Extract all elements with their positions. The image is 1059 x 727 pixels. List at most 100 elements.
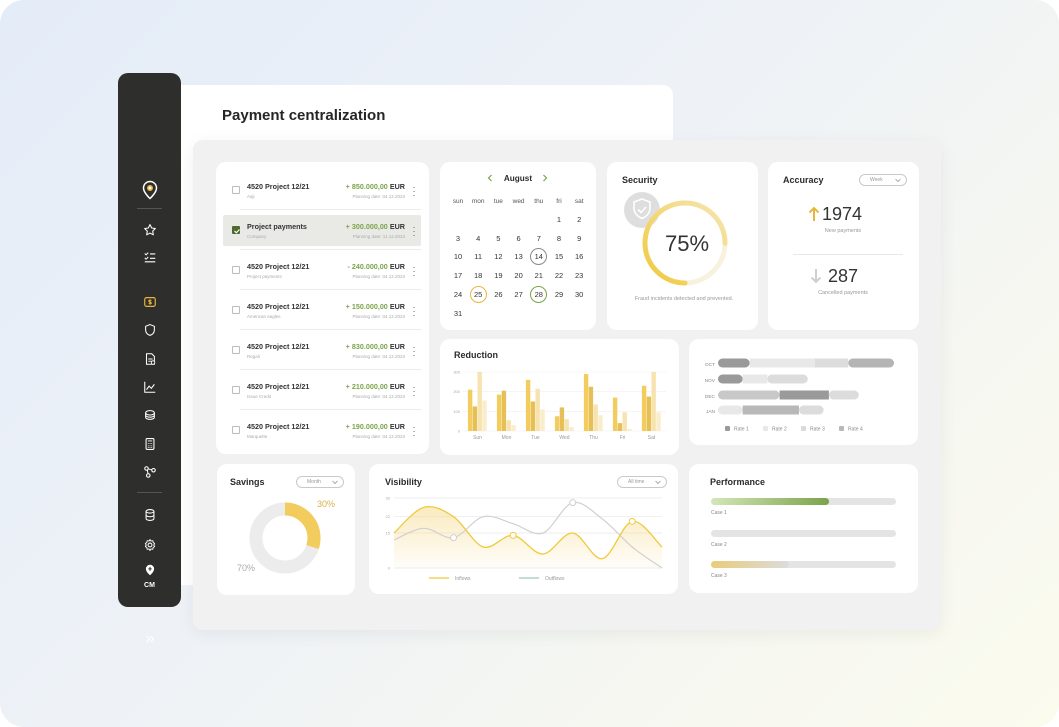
- star-icon[interactable]: [118, 219, 181, 241]
- database-icon[interactable]: [118, 504, 181, 526]
- reduction-chart: 300 200 100 0 Sun Mon Tue Wed Thu Fri Sat: [453, 370, 666, 441]
- calendar-day[interactable]: 19: [489, 271, 507, 280]
- more-vertical-icon[interactable]: · · ·: [412, 343, 416, 360]
- payment-checkbox[interactable]: [232, 426, 240, 434]
- savings-donut: 30% 70%: [237, 499, 335, 574]
- calendar-day[interactable]: 2: [570, 215, 588, 224]
- calendar-day[interactable]: 8: [550, 234, 568, 243]
- calendar-day[interactable]: 28: [530, 290, 548, 299]
- calendar-day[interactable]: 18: [469, 271, 487, 280]
- calendar-day[interactable]: 21: [530, 271, 548, 280]
- payment-checkbox[interactable]: [232, 386, 240, 394]
- payment-row[interactable]: 4520 Project 12/21 Aaji + 850.000,00 EUR Pl…: [223, 175, 421, 206]
- y-tick-label: JAN: [706, 409, 716, 415]
- calendar-day[interactable]: 9: [570, 234, 588, 243]
- calendar-day[interactable]: 17: [449, 271, 467, 280]
- security-card: Security 75% Fraud incidents detected an…: [607, 162, 758, 330]
- calculator-icon[interactable]: [118, 433, 181, 455]
- legend-label: Rate 1: [734, 427, 749, 433]
- coins-icon[interactable]: [118, 404, 181, 426]
- calendar-day[interactable]: 7: [530, 234, 548, 243]
- payment-divider: [240, 289, 421, 290]
- y-tick-label: 0: [458, 429, 461, 434]
- calendar-day[interactable]: 26: [489, 290, 507, 299]
- legend-label: Inflows: [455, 576, 471, 582]
- y-tick-label: 22: [386, 514, 391, 519]
- calendar-day[interactable]: 29: [550, 290, 568, 299]
- calendar-day[interactable]: 23: [570, 271, 588, 280]
- calendar-day[interactable]: 30: [570, 290, 588, 299]
- y-tick-label: NOV: [705, 378, 716, 384]
- calendar-day[interactable]: 20: [510, 271, 528, 280]
- payment-checkbox[interactable]: [232, 186, 240, 194]
- calendar-day[interactable]: 5: [489, 234, 507, 243]
- shield-icon[interactable]: [118, 319, 181, 341]
- payment-divider: [240, 409, 421, 410]
- calendar-day[interactable]: 14: [530, 252, 548, 261]
- payment-checkbox[interactable]: [232, 226, 240, 234]
- payments-icon[interactable]: [118, 291, 181, 313]
- payment-checkbox[interactable]: [232, 266, 240, 274]
- workflow-icon[interactable]: [118, 461, 181, 483]
- chevron-right-icon[interactable]: [540, 173, 550, 183]
- calendar-day[interactable]: 22: [550, 271, 568, 280]
- more-vertical-icon[interactable]: · · ·: [412, 303, 416, 320]
- checklist-icon[interactable]: [118, 246, 181, 268]
- location-pin-icon[interactable]: [118, 177, 181, 203]
- calendar-day[interactable]: 4: [469, 234, 487, 243]
- payment-row[interactable]: 4520 Project 12/21 Issue Credit + 210.000,…: [223, 375, 421, 406]
- calendar-day[interactable]: 24: [449, 290, 467, 299]
- more-vertical-icon[interactable]: · · ·: [412, 383, 416, 400]
- settings-icon[interactable]: [118, 534, 181, 556]
- security-percent: 75%: [664, 231, 710, 256]
- bar-segment: [749, 358, 815, 368]
- calendar-day[interactable]: 12: [489, 252, 507, 261]
- payment-checkbox[interactable]: [232, 346, 240, 354]
- bar-segment: [828, 390, 859, 400]
- payment-row[interactable]: 4520 Project 12/21 Regali + 830.000,00 EUR…: [223, 335, 421, 366]
- payment-row[interactable]: 4520 Project 12/21 Marquette + 190.000,00 …: [223, 415, 421, 446]
- calendar-day[interactable]: 3: [449, 234, 467, 243]
- calendar-day[interactable]: 16: [570, 252, 588, 261]
- accuracy-filter[interactable]: Week: [859, 174, 907, 186]
- calendar-day[interactable]: 13: [510, 252, 528, 261]
- analytics-icon[interactable]: [118, 376, 181, 398]
- calendar-day[interactable]: 31: [449, 309, 467, 318]
- payment-row[interactable]: 4520 Project 12/21 American eagles + 150.0…: [223, 295, 421, 326]
- more-vertical-icon[interactable]: · · ·: [412, 423, 416, 440]
- calendar-day[interactable]: 27: [510, 290, 528, 299]
- more-vertical-icon[interactable]: · · ·: [412, 223, 416, 240]
- calendar-day[interactable]: 1: [550, 215, 568, 224]
- new-payments-value: 1974: [822, 204, 863, 224]
- more-vertical-icon[interactable]: · · ·: [412, 263, 416, 280]
- new-payments-label: New payments: [824, 228, 862, 234]
- payment-checkbox[interactable]: [232, 306, 240, 314]
- more-vertical-icon[interactable]: · · ·: [412, 183, 416, 200]
- calendar-day[interactable]: 11: [469, 252, 487, 261]
- payment-row[interactable]: 4520 Project 12/21 Project payments - 240.…: [223, 255, 421, 286]
- progress-fill: [711, 561, 789, 568]
- payment-row[interactable]: Project payments Company + 300.000,00 EUR P…: [223, 215, 421, 246]
- progress-label: Case 1: [711, 510, 727, 516]
- calendar-day[interactable]: 25: [469, 290, 487, 299]
- cm-icon[interactable]: [118, 563, 181, 577]
- calendar-day[interactable]: 15: [550, 252, 568, 261]
- payment-amount: + 300.000,00 EUR: [346, 222, 405, 231]
- payment-currency: EUR: [389, 182, 405, 191]
- payment-subtitle: Marquette: [247, 434, 268, 439]
- bar: [535, 388, 540, 431]
- legend-swatch: [763, 426, 768, 431]
- bar: [617, 423, 623, 431]
- payment-subtitle: Aaji: [247, 194, 255, 199]
- document-icon[interactable]: [118, 348, 181, 370]
- bar-segment: [742, 374, 768, 384]
- bar-segment: [718, 358, 750, 368]
- payment-currency: EUR: [389, 382, 405, 391]
- calendar-day[interactable]: 6: [510, 234, 528, 243]
- bar: [612, 397, 618, 431]
- y-tick-label: 100: [453, 409, 460, 414]
- calendar-day[interactable]: 10: [449, 252, 467, 261]
- payment-name: 4520 Project 12/21: [247, 422, 310, 431]
- expand-icon[interactable]: [118, 628, 181, 650]
- payment-amount: + 190.000,00 EUR: [346, 422, 405, 431]
